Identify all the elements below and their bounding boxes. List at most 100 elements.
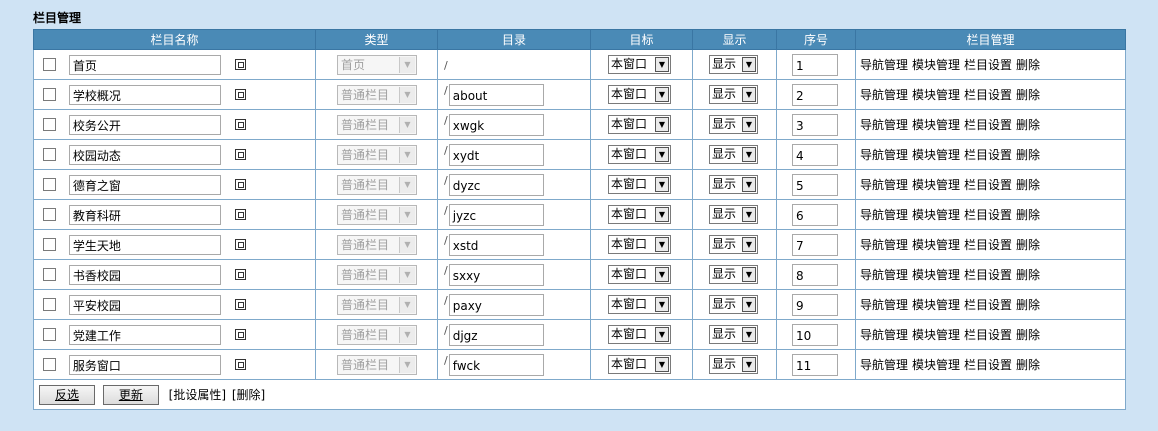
order-input[interactable]: 9 — [792, 293, 838, 316]
nav-manage-link[interactable]: 导航管理 — [860, 88, 908, 102]
order-input[interactable]: 3 — [792, 113, 838, 136]
delete-link[interactable]: 删除 — [1016, 148, 1040, 162]
column-settings-link[interactable]: 栏目设置 — [964, 178, 1012, 192]
dir-input[interactable]: xstd — [448, 233, 544, 256]
dir-input[interactable]: about — [448, 83, 544, 106]
order-input[interactable]: 1 — [792, 53, 838, 76]
name-input[interactable]: 平安校园 — [68, 294, 221, 315]
target-select[interactable]: 本窗口 ▼ — [608, 145, 671, 164]
column-settings-link[interactable]: 栏目设置 — [964, 328, 1012, 342]
nav-manage-link[interactable]: 导航管理 — [860, 358, 908, 372]
show-select[interactable]: 显示 ▼ — [709, 265, 758, 284]
invert-selection-button[interactable]: 反选 — [39, 384, 95, 405]
nav-manage-link[interactable]: 导航管理 — [860, 58, 908, 72]
name-input[interactable]: 服务窗口 — [68, 354, 221, 375]
name-input[interactable]: 学生天地 — [68, 234, 221, 255]
name-input[interactable]: 德育之窗 — [68, 174, 221, 195]
show-select[interactable]: 显示 ▼ — [709, 115, 758, 134]
delete-link[interactable]: 删除 — [1016, 328, 1040, 342]
order-input[interactable]: 7 — [792, 233, 838, 256]
name-input[interactable]: 校务公开 — [68, 114, 221, 135]
row-checkbox[interactable] — [43, 148, 56, 161]
target-select[interactable]: 本窗口 ▼ — [608, 295, 671, 314]
dir-input[interactable]: sxxy — [448, 263, 544, 286]
column-settings-link[interactable]: 栏目设置 — [964, 118, 1012, 132]
show-select[interactable]: 显示 ▼ — [709, 355, 758, 374]
open-window-icon[interactable] — [234, 269, 246, 280]
target-select[interactable]: 本窗口 ▼ — [608, 85, 671, 104]
show-select[interactable]: 显示 ▼ — [709, 85, 758, 104]
target-select[interactable]: 本窗口 ▼ — [608, 55, 671, 74]
delete-link[interactable]: 删除 — [1016, 58, 1040, 72]
name-input[interactable]: 学校概况 — [68, 84, 221, 105]
nav-manage-link[interactable]: 导航管理 — [860, 298, 908, 312]
nav-manage-link[interactable]: 导航管理 — [860, 268, 908, 282]
column-settings-link[interactable]: 栏目设置 — [964, 58, 1012, 72]
order-input[interactable]: 6 — [792, 203, 838, 226]
show-select[interactable]: 显示 ▼ — [709, 295, 758, 314]
module-manage-link[interactable]: 模块管理 — [912, 208, 960, 222]
batch-delete-link[interactable]: [删除] — [232, 388, 265, 402]
open-window-icon[interactable] — [234, 179, 246, 190]
delete-link[interactable]: 删除 — [1016, 238, 1040, 252]
row-checkbox[interactable] — [43, 58, 56, 71]
row-checkbox[interactable] — [43, 238, 56, 251]
show-select[interactable]: 显示 ▼ — [709, 205, 758, 224]
column-settings-link[interactable]: 栏目设置 — [964, 148, 1012, 162]
open-window-icon[interactable] — [234, 59, 246, 70]
show-select[interactable]: 显示 ▼ — [709, 145, 758, 164]
column-settings-link[interactable]: 栏目设置 — [964, 88, 1012, 102]
delete-link[interactable]: 删除 — [1016, 358, 1040, 372]
target-select[interactable]: 本窗口 ▼ — [608, 115, 671, 134]
row-checkbox[interactable] — [43, 358, 56, 371]
show-select[interactable]: 显示 ▼ — [709, 175, 758, 194]
module-manage-link[interactable]: 模块管理 — [912, 358, 960, 372]
order-input[interactable]: 8 — [792, 263, 838, 286]
module-manage-link[interactable]: 模块管理 — [912, 58, 960, 72]
module-manage-link[interactable]: 模块管理 — [912, 238, 960, 252]
name-input[interactable]: 书香校园 — [68, 264, 221, 285]
open-window-icon[interactable] — [234, 209, 246, 220]
open-window-icon[interactable] — [234, 89, 246, 100]
target-select[interactable]: 本窗口 ▼ — [608, 325, 671, 344]
column-settings-link[interactable]: 栏目设置 — [964, 238, 1012, 252]
nav-manage-link[interactable]: 导航管理 — [860, 208, 908, 222]
module-manage-link[interactable]: 模块管理 — [912, 118, 960, 132]
row-checkbox[interactable] — [43, 268, 56, 281]
module-manage-link[interactable]: 模块管理 — [912, 178, 960, 192]
dir-input[interactable]: xwgk — [448, 113, 544, 136]
show-select[interactable]: 显示 ▼ — [709, 325, 758, 344]
delete-link[interactable]: 删除 — [1016, 118, 1040, 132]
open-window-icon[interactable] — [234, 119, 246, 130]
open-window-icon[interactable] — [234, 149, 246, 160]
nav-manage-link[interactable]: 导航管理 — [860, 148, 908, 162]
dir-input[interactable]: jyzc — [448, 203, 544, 226]
dir-input[interactable]: paxy — [448, 293, 544, 316]
batch-set-attributes-link[interactable]: [批设属性] — [169, 388, 226, 402]
dir-input[interactable]: xydt — [448, 143, 544, 166]
open-window-icon[interactable] — [234, 239, 246, 250]
show-select[interactable]: 显示 ▼ — [709, 55, 758, 74]
row-checkbox[interactable] — [43, 208, 56, 221]
dir-input[interactable]: dyzc — [448, 173, 544, 196]
order-input[interactable]: 2 — [792, 83, 838, 106]
order-input[interactable]: 10 — [792, 323, 838, 346]
delete-link[interactable]: 删除 — [1016, 88, 1040, 102]
target-select[interactable]: 本窗口 ▼ — [608, 175, 671, 194]
name-input[interactable]: 校园动态 — [68, 144, 221, 165]
delete-link[interactable]: 删除 — [1016, 298, 1040, 312]
delete-link[interactable]: 删除 — [1016, 268, 1040, 282]
row-checkbox[interactable] — [43, 118, 56, 131]
module-manage-link[interactable]: 模块管理 — [912, 328, 960, 342]
column-settings-link[interactable]: 栏目设置 — [964, 358, 1012, 372]
module-manage-link[interactable]: 模块管理 — [912, 88, 960, 102]
nav-manage-link[interactable]: 导航管理 — [860, 328, 908, 342]
module-manage-link[interactable]: 模块管理 — [912, 148, 960, 162]
target-select[interactable]: 本窗口 ▼ — [608, 265, 671, 284]
module-manage-link[interactable]: 模块管理 — [912, 268, 960, 282]
nav-manage-link[interactable]: 导航管理 — [860, 178, 908, 192]
target-select[interactable]: 本窗口 ▼ — [608, 355, 671, 374]
nav-manage-link[interactable]: 导航管理 — [860, 238, 908, 252]
nav-manage-link[interactable]: 导航管理 — [860, 118, 908, 132]
open-window-icon[interactable] — [234, 359, 246, 370]
